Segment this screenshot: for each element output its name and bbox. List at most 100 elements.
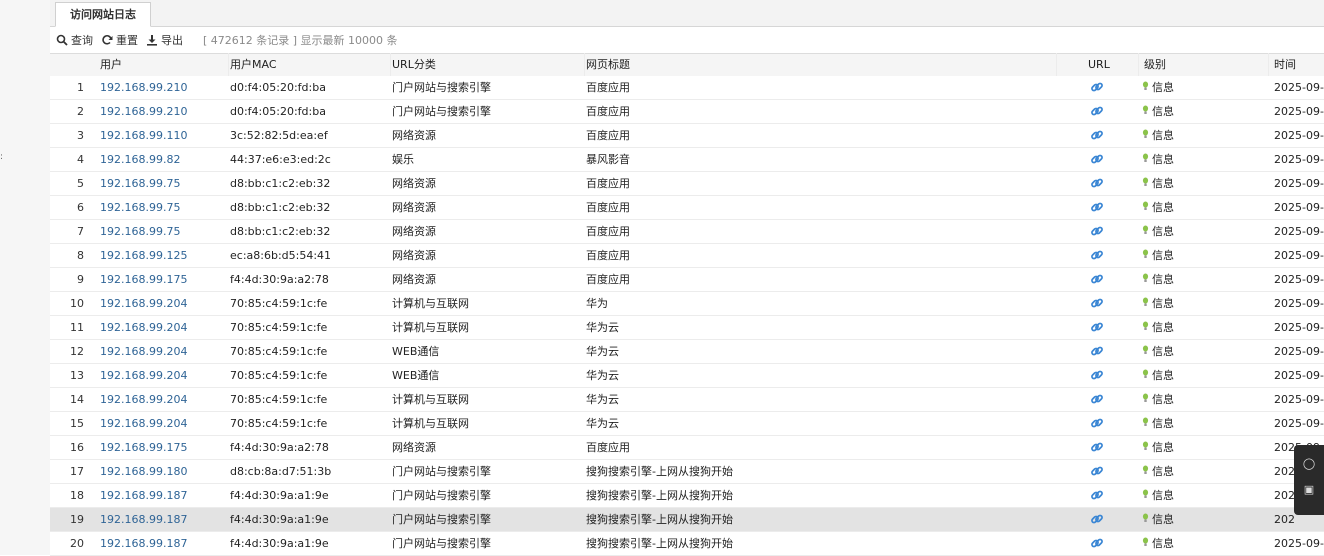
link-icon[interactable] — [1090, 148, 1106, 171]
user-mac: 70:85:c4:59:1c:fe — [230, 345, 328, 358]
table-row[interactable]: 4 192.168.99.82 44:37:e6:e3:ed:2c 娱乐 暴风影音 信息 2… — [50, 148, 1324, 172]
table-row[interactable]: 5 192.168.99.75 d8:bb:c1:c2:eb:32 网络资源 百度应用 信… — [50, 172, 1324, 196]
link-icon[interactable] — [1090, 268, 1106, 291]
link-icon[interactable] — [1090, 460, 1106, 483]
column-header-mac[interactable]: 用户MAC — [230, 54, 277, 76]
column-header-user[interactable]: 用户 — [100, 54, 122, 76]
user-ip-link[interactable]: 192.168.99.204 — [100, 388, 228, 411]
user-ip-link[interactable]: 192.168.99.75 — [100, 220, 228, 243]
user-ip-link[interactable]: 192.168.99.204 — [100, 364, 228, 387]
row-index: 12 — [70, 345, 84, 358]
user-ip-link[interactable]: 192.168.99.175 — [100, 436, 228, 459]
user-ip-link[interactable]: 192.168.99.82 — [100, 148, 228, 171]
user-ip-link[interactable]: 192.168.99.187 — [100, 484, 228, 507]
user-ip-link[interactable]: 192.168.99.204 — [100, 340, 228, 363]
table-row[interactable]: 16 192.168.99.175 f4:4d:30:9a:a2:78 网络资源 百度应… — [50, 436, 1324, 460]
table-row[interactable]: 2 192.168.99.210 d0:f4:05:20:fd:ba 门户网站与搜索引… — [50, 100, 1324, 124]
table-row[interactable]: 9 192.168.99.175 f4:4d:30:9a:a2:78 网络资源 百度应用… — [50, 268, 1324, 292]
link-icon[interactable] — [1090, 364, 1106, 387]
user-ip-link[interactable]: 192.168.99.210 — [100, 76, 228, 99]
column-header-level[interactable]: 级别 — [1144, 54, 1166, 76]
time-value: 2025-09-2 — [1274, 225, 1324, 238]
link-icon[interactable] — [1090, 532, 1106, 555]
export-button[interactable]: 导出 — [146, 32, 183, 48]
table-row[interactable]: 19 192.168.99.187 f4:4d:30:9a:a1:9e 门户网站与搜索… — [50, 508, 1324, 532]
table-row[interactable]: 8 192.168.99.125 ec:a8:6b:d5:54:41 网络资源 百度应用… — [50, 244, 1324, 268]
row-index: 11 — [70, 321, 84, 334]
url-category: WEB通信 — [392, 369, 440, 382]
table-row[interactable]: 11 192.168.99.204 70:85:c4:59:1c:fe 计算机与互联网… — [50, 316, 1324, 340]
table-row[interactable]: 6 192.168.99.75 d8:bb:c1:c2:eb:32 网络资源 百度应用 信… — [50, 196, 1324, 220]
link-icon[interactable] — [1090, 436, 1106, 459]
link-icon[interactable] — [1090, 484, 1106, 507]
page-title: 百度应用 — [586, 201, 630, 214]
table-row[interactable]: 13 192.168.99.204 70:85:c4:59:1c:fe WEB通信 华为… — [50, 364, 1324, 388]
reset-button[interactable]: 重置 — [101, 32, 138, 48]
link-icon[interactable] — [1090, 100, 1106, 123]
user-mac: f4:4d:30:9a:a1:9e — [230, 513, 329, 526]
table-row[interactable]: 3 192.168.99.110 3c:52:82:5d:ea:ef 网络资源 百度应用… — [50, 124, 1324, 148]
link-icon[interactable] — [1090, 508, 1106, 531]
user-ip-link[interactable]: 192.168.99.187 — [100, 508, 228, 531]
link-icon[interactable] — [1090, 244, 1106, 267]
time-value: 2025-09-2 — [1274, 537, 1324, 550]
user-ip-link[interactable]: 192.168.99.75 — [100, 172, 228, 195]
link-icon[interactable] — [1090, 316, 1106, 339]
query-button[interactable]: 查询 — [56, 32, 93, 48]
page-title: 百度应用 — [586, 249, 630, 262]
table-row[interactable]: 18 192.168.99.187 f4:4d:30:9a:a1:9e 门户网站与搜索… — [50, 484, 1324, 508]
column-header-url[interactable]: URL — [1088, 54, 1110, 76]
chat-icon[interactable]: ▣ — [1294, 481, 1324, 499]
user-ip-link[interactable]: 192.168.99.125 — [100, 244, 228, 267]
user-ip-link[interactable]: 192.168.99.210 — [100, 100, 228, 123]
link-icon[interactable] — [1090, 412, 1106, 435]
user-ip-link[interactable]: 192.168.99.75 — [100, 196, 228, 219]
link-icon[interactable] — [1090, 172, 1106, 195]
level-label: 信息 — [1152, 153, 1174, 166]
level-cell: 信息 — [1142, 364, 1232, 387]
user-ip-link[interactable]: 192.168.99.204 — [100, 412, 228, 435]
table-row[interactable]: 10 192.168.99.204 70:85:c4:59:1c:fe 计算机与互联网… — [50, 292, 1324, 316]
table-row[interactable]: 7 192.168.99.75 d8:bb:c1:c2:eb:32 网络资源 百度应用 信… — [50, 220, 1324, 244]
user-ip-link[interactable]: 192.168.99.187 — [100, 532, 228, 555]
link-icon[interactable] — [1090, 340, 1106, 363]
table-header: 用户 用户MAC URL分类 网页标题 URL 级别 时间 — [50, 53, 1324, 77]
floating-side-panel[interactable]: ◯ ▣ — [1294, 445, 1324, 515]
link-icon[interactable] — [1090, 76, 1106, 99]
level-label: 信息 — [1152, 393, 1174, 406]
link-icon[interactable] — [1090, 388, 1106, 411]
table-row[interactable]: 15 192.168.99.204 70:85:c4:59:1c:fe 计算机与互联网… — [50, 412, 1324, 436]
user-mac: d0:f4:05:20:fd:ba — [230, 81, 326, 94]
column-header-category[interactable]: URL分类 — [392, 54, 436, 76]
link-icon[interactable] — [1090, 220, 1106, 243]
table-row[interactable]: 17 192.168.99.180 d8:cb:8a:d7:51:3b 门户网站与搜索… — [50, 460, 1324, 484]
level-label: 信息 — [1152, 321, 1174, 334]
link-icon[interactable] — [1090, 292, 1106, 315]
user-mac: ec:a8:6b:d5:54:41 — [230, 249, 332, 262]
user-mac: d8:cb:8a:d7:51:3b — [230, 465, 332, 478]
user-mac: d0:f4:05:20:fd:ba — [230, 105, 326, 118]
url-category: WEB通信 — [392, 345, 440, 358]
user-ip-link[interactable]: 192.168.99.180 — [100, 460, 228, 483]
tab-web-access-log[interactable]: 访问网站日志 — [55, 2, 151, 27]
bulb-icon — [1142, 100, 1149, 123]
link-icon[interactable] — [1090, 196, 1106, 219]
bulb-icon — [1142, 412, 1149, 435]
column-header-time[interactable]: 时间 — [1274, 54, 1296, 76]
column-header-title[interactable]: 网页标题 — [586, 54, 630, 76]
user-mac: d8:bb:c1:c2:eb:32 — [230, 201, 331, 214]
table-row[interactable]: 14 192.168.99.204 70:85:c4:59:1c:fe 计算机与互联网… — [50, 388, 1324, 412]
table-row[interactable]: 12 192.168.99.204 70:85:c4:59:1c:fe WEB通信 华为… — [50, 340, 1324, 364]
user-mac: 44:37:e6:e3:ed:2c — [230, 153, 331, 166]
user-icon[interactable]: ◯ — [1294, 455, 1324, 473]
user-ip-link[interactable]: 192.168.99.204 — [100, 292, 228, 315]
level-cell: 信息 — [1142, 148, 1232, 171]
user-ip-link[interactable]: 192.168.99.110 — [100, 124, 228, 147]
user-ip-link[interactable]: 192.168.99.204 — [100, 316, 228, 339]
link-icon[interactable] — [1090, 124, 1106, 147]
table-row[interactable]: 20 192.168.99.187 f4:4d:30:9a:a1:9e 门户网站与搜索… — [50, 532, 1324, 556]
table-row[interactable]: 1 192.168.99.210 d0:f4:05:20:fd:ba 门户网站与搜索引… — [50, 76, 1324, 100]
row-index: 10 — [70, 297, 84, 310]
user-ip-link[interactable]: 192.168.99.175 — [100, 268, 228, 291]
time-value: 2025-09-2 — [1274, 297, 1324, 310]
